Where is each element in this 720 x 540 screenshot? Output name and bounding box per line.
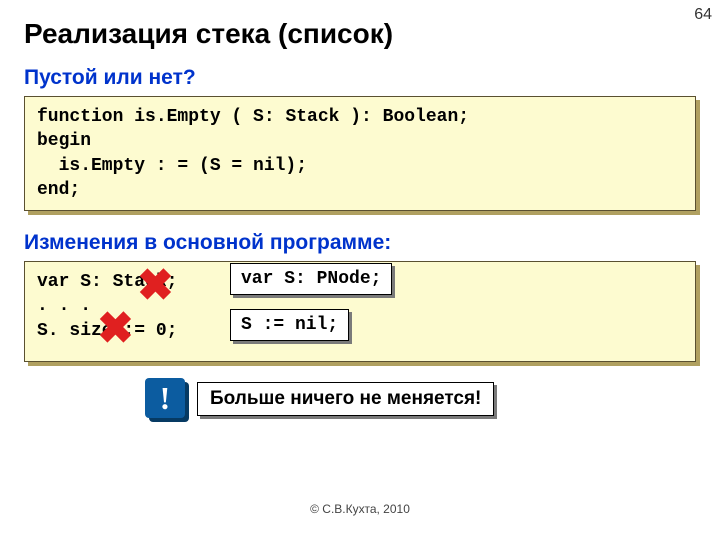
page-title: Реализация стека (список) [0, 0, 720, 58]
code-line: end; [37, 178, 683, 202]
cross-icon: ✖ [97, 307, 134, 351]
cross-icon: ✖ [137, 264, 174, 308]
code-box: function is.Empty ( S: Stack ): Boolean;… [24, 96, 696, 211]
copyright: © С.В.Кухта, 2010 [0, 502, 720, 516]
code-line: is.Empty : = (S = nil); [37, 154, 683, 178]
code-line: begin [37, 129, 683, 153]
section1-heading: Пустой или нет? [0, 58, 720, 96]
code-line: . . . [37, 294, 683, 318]
code-block-isempty: function is.Empty ( S: Stack ): Boolean;… [24, 96, 696, 211]
code-line: function is.Empty ( S: Stack ): Boolean; [37, 105, 683, 129]
callout-text: Больше ничего не меняется! [197, 382, 494, 416]
code-line: S. size := 0; [37, 319, 683, 343]
callout: ! Больше ничего не меняется! [145, 378, 720, 434]
code-snippet-pnode: var S: PNode; [230, 263, 392, 295]
code-box: var S: Stack; . . . S. size := 0; ✖ ✖ va… [24, 261, 696, 362]
section2-heading: Изменения в основной программе: [0, 223, 720, 261]
code-block-main: var S: Stack; . . . S. size := 0; ✖ ✖ va… [24, 261, 696, 362]
exclamation-icon: ! [145, 378, 185, 418]
page-number: 64 [694, 6, 712, 24]
code-snippet-nil: S := nil; [230, 309, 349, 341]
